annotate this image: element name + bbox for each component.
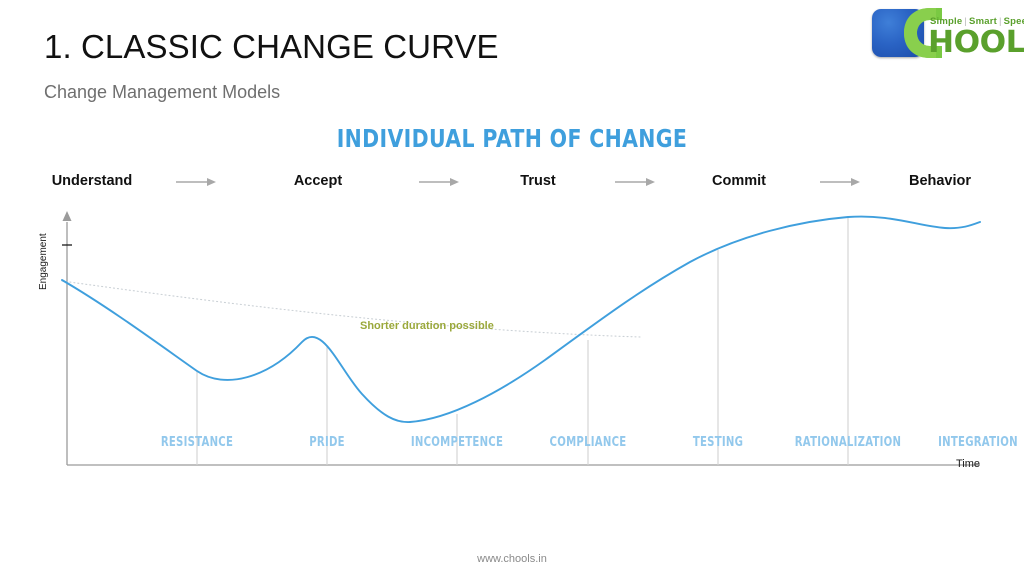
shorter-duration-guide-line xyxy=(61,280,641,338)
page-title: 1. CLASSIC CHANGE CURVE xyxy=(44,28,499,65)
stage-arrow-1-icon xyxy=(176,178,216,186)
x-axis-label: Time xyxy=(955,458,981,470)
stage-arrow-2-icon xyxy=(419,178,459,186)
stage-arrow-4-icon xyxy=(820,178,860,186)
stage-label-trust: Trust xyxy=(520,173,556,189)
chart-title: INDIVIDUAL PATH OF CHANGE xyxy=(336,124,688,153)
stage-label-commit: Commit xyxy=(712,173,766,189)
footer-url: www.chools.in xyxy=(477,553,547,565)
chools-logo: Simple|Smart|Speed HOOLS xyxy=(872,5,1024,61)
page-subtitle: Change Management Models xyxy=(44,82,281,102)
y-axis-label: Engagement xyxy=(38,233,49,290)
stage-label-accept: Accept xyxy=(293,173,343,189)
engagement-curve-line xyxy=(61,215,981,423)
band-label-integration: INTEGRATION xyxy=(938,435,1018,450)
logo-wordmark: HOOLS xyxy=(928,25,1024,60)
stage-label-understand: Understand xyxy=(51,173,133,189)
y-axis-arrowhead-icon xyxy=(62,211,72,221)
annotation-shorter-duration: Shorter duration possible xyxy=(360,320,494,332)
stage-label-behavior: Behavior xyxy=(908,173,972,189)
stage-arrow-3-icon xyxy=(615,178,655,186)
